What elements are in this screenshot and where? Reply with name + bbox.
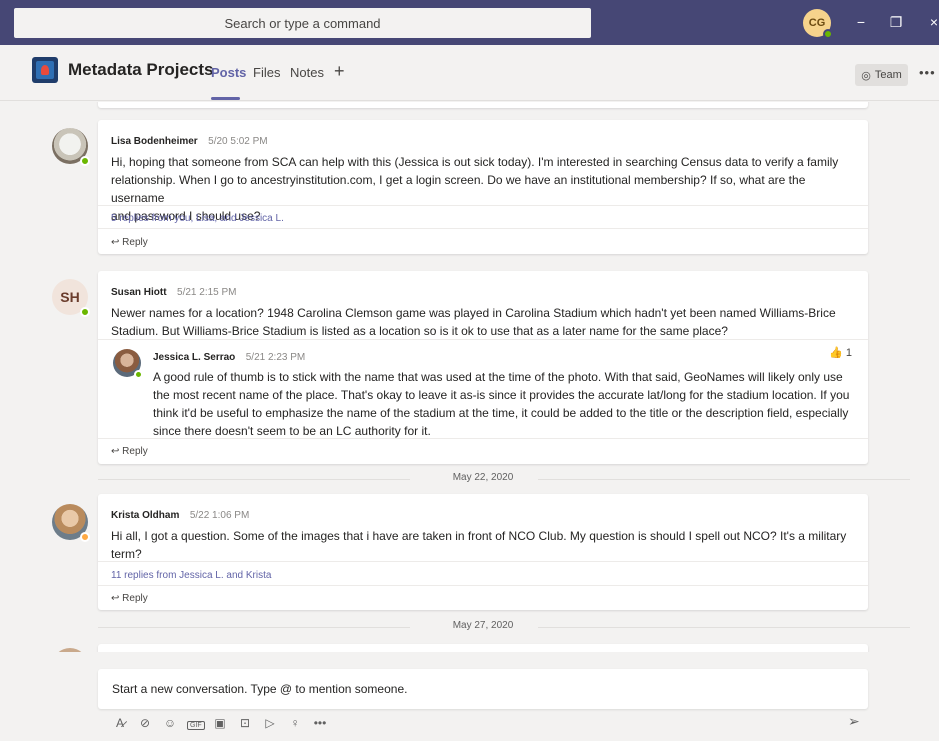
search-command-box[interactable]: Search or type a command bbox=[14, 8, 591, 38]
thumbs-up-icon: 👍 bbox=[829, 347, 843, 359]
tab-files[interactable]: Files bbox=[253, 65, 280, 80]
avatar[interactable] bbox=[52, 128, 90, 166]
date-separator: May 27, 2020 bbox=[98, 620, 910, 634]
message: Lisa Bodenheimer 5/20 5:02 PM Hi, hoping… bbox=[111, 131, 861, 225]
message-body: Hi all, I got a question. Some of the im… bbox=[111, 529, 847, 561]
avatar[interactable] bbox=[52, 648, 88, 652]
replies-summary-link[interactable]: 5 replies from you, Lisa, and Jessica L. bbox=[111, 213, 284, 224]
maximize-button[interactable]: ❐ bbox=[884, 10, 908, 34]
title-bar: Search or type a command CG − ❐ × bbox=[0, 0, 939, 45]
add-tab-button[interactable]: + bbox=[334, 61, 345, 82]
compose-input[interactable]: Start a new conversation. Type @ to ment… bbox=[98, 669, 868, 709]
sticker-icon[interactable]: ▣ bbox=[212, 716, 228, 730]
format-icon[interactable]: A̷ bbox=[112, 716, 128, 730]
reply-button[interactable]: ↩ Reply bbox=[111, 237, 148, 248]
author-name[interactable]: Krista Oldham bbox=[111, 510, 179, 521]
team-button-label: Team bbox=[874, 69, 902, 81]
more-icon[interactable]: ••• bbox=[312, 716, 328, 730]
presence-away-icon bbox=[80, 532, 90, 542]
presence-available-icon bbox=[80, 156, 90, 166]
post-card: Krista Oldham 5/22 1:06 PM Hi all, I got… bbox=[98, 494, 868, 610]
previous-post-card bbox=[98, 102, 868, 108]
avatar[interactable] bbox=[113, 349, 143, 379]
reply-button[interactable]: ↩ Reply bbox=[111, 593, 148, 604]
avatar[interactable] bbox=[52, 504, 90, 542]
emoji-icon[interactable]: ☺ bbox=[162, 716, 178, 730]
tab-notes[interactable]: Notes bbox=[290, 65, 324, 80]
compose-placeholder: Start a new conversation. Type @ to ment… bbox=[112, 682, 408, 696]
divider bbox=[98, 228, 868, 229]
post-card bbox=[98, 644, 868, 652]
reply-arrow-icon: ↩ bbox=[111, 237, 120, 248]
send-button[interactable]: ➢ bbox=[848, 713, 860, 730]
team-logo-icon bbox=[32, 57, 58, 83]
divider bbox=[98, 585, 868, 586]
divider bbox=[98, 205, 868, 206]
reply-arrow-icon: ↩ bbox=[111, 446, 120, 457]
author-name[interactable]: Jessica L. Serrao bbox=[153, 352, 235, 363]
avatar[interactable]: SH bbox=[52, 279, 90, 317]
divider bbox=[98, 339, 868, 340]
presence-available-icon bbox=[134, 370, 143, 379]
eye-icon: ◎ bbox=[861, 69, 871, 82]
stream-icon[interactable]: ▷ bbox=[262, 716, 278, 730]
presence-available-icon bbox=[80, 307, 90, 317]
like-reaction[interactable]: 👍 1 bbox=[829, 346, 852, 359]
message: Susan Hiott 5/21 2:15 PM Newer names for… bbox=[111, 282, 861, 340]
team-button[interactable]: ◎ Team bbox=[855, 64, 908, 86]
conversation-feed[interactable]: Lisa Bodenheimer 5/20 5:02 PM Hi, hoping… bbox=[0, 102, 939, 652]
presence-available-icon bbox=[823, 29, 833, 39]
minimize-button[interactable]: − bbox=[849, 10, 873, 34]
divider bbox=[98, 561, 868, 562]
channel-title: Metadata Projects bbox=[68, 60, 214, 79]
timestamp: 5/21 2:23 PM bbox=[245, 352, 306, 363]
author-name[interactable]: Lisa Bodenheimer bbox=[111, 136, 198, 147]
attach-icon[interactable]: ⊘ bbox=[137, 716, 153, 730]
timestamp: 5/20 5:02 PM bbox=[208, 136, 268, 147]
message: Krista Oldham 5/22 1:06 PM Hi all, I got… bbox=[111, 505, 861, 563]
post-card: Susan Hiott 5/21 2:15 PM Newer names for… bbox=[98, 271, 868, 464]
reply-message: Jessica L. Serrao 5/21 2:23 PM A good ru… bbox=[153, 347, 853, 440]
message-body: A good rule of thumb is to stick with th… bbox=[153, 370, 850, 438]
divider bbox=[98, 438, 868, 439]
avatar-initials: SH bbox=[60, 289, 80, 305]
replies-summary-link[interactable]: 11 replies from Jessica L. and Krista bbox=[111, 570, 271, 581]
meet-icon[interactable]: ⊡ bbox=[237, 716, 253, 730]
reply-arrow-icon: ↩ bbox=[111, 593, 120, 604]
message-body: Newer names for a location? 1948 Carolin… bbox=[111, 306, 836, 338]
search-placeholder: Search or type a command bbox=[224, 15, 381, 31]
date-separator: May 22, 2020 bbox=[98, 472, 910, 486]
active-tab-indicator bbox=[211, 97, 240, 100]
channel-header: Metadata Projects Posts Files Notes + ◎ … bbox=[0, 45, 939, 101]
like-count: 1 bbox=[845, 347, 852, 359]
author-name[interactable]: Susan Hiott bbox=[111, 287, 167, 298]
send-icon: ➢ bbox=[848, 713, 860, 729]
post-card: Lisa Bodenheimer 5/20 5:02 PM Hi, hoping… bbox=[98, 120, 868, 254]
timestamp: 5/22 1:06 PM bbox=[189, 510, 250, 521]
reply-button[interactable]: ↩ Reply bbox=[111, 446, 148, 457]
more-options-button[interactable]: ••• bbox=[919, 65, 936, 80]
compose-toolbar: A̷ ⊘ ☺ GIF ▣ ⊡ ▷ ♀ ••• bbox=[112, 713, 328, 733]
profile-avatar[interactable]: CG bbox=[803, 9, 833, 39]
gif-icon[interactable]: GIF bbox=[187, 716, 205, 730]
profile-initials: CG bbox=[808, 17, 826, 29]
timestamp: 5/21 2:15 PM bbox=[177, 287, 237, 298]
tab-posts[interactable]: Posts bbox=[211, 65, 246, 80]
close-button[interactable]: × bbox=[922, 10, 939, 34]
praise-icon[interactable]: ♀ bbox=[287, 716, 303, 730]
